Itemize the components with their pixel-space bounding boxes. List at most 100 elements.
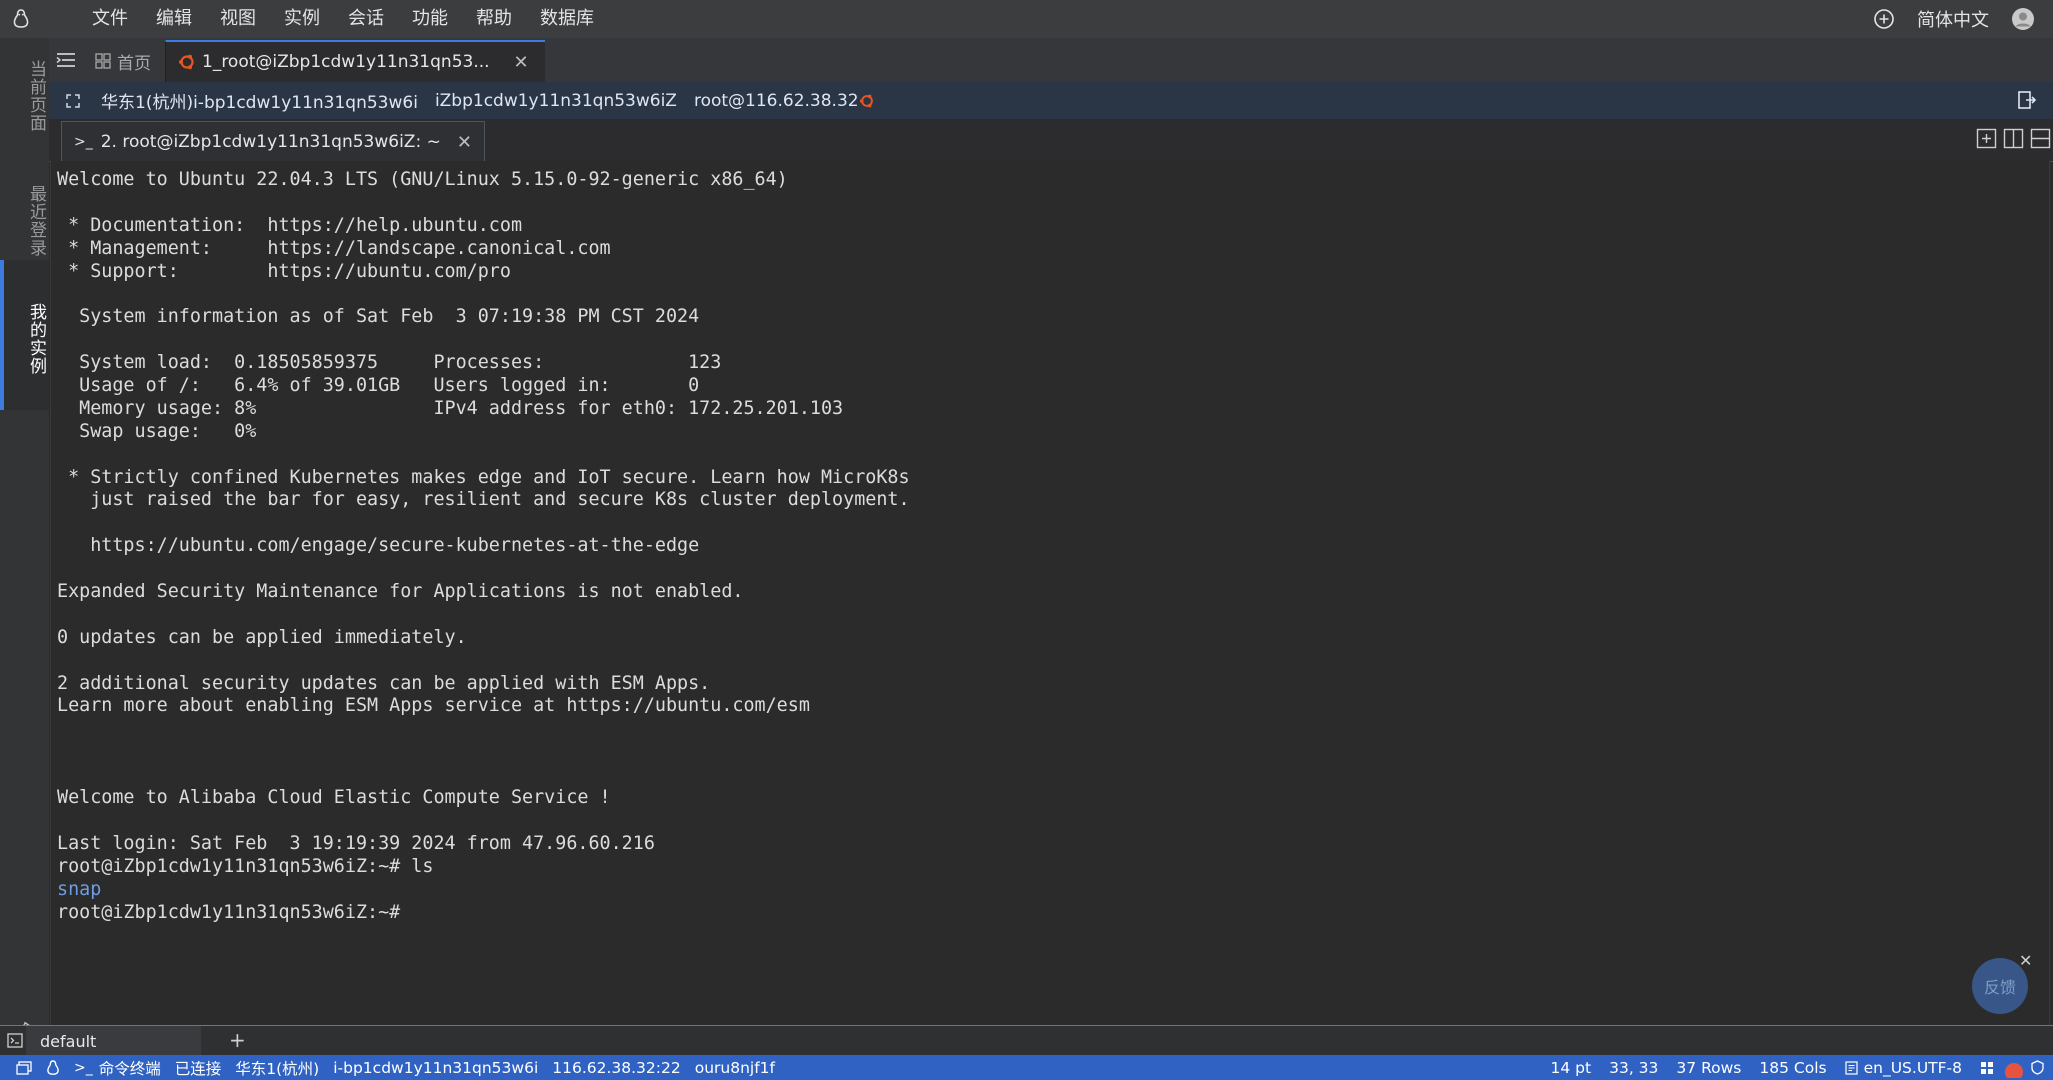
encoding-status[interactable]: en_US.UTF-8	[1864, 1059, 1962, 1077]
terminal-lines: Welcome to Ubuntu 22.04.3 LTS (GNU/Linux…	[57, 169, 910, 924]
panel-add-button[interactable]: +	[229, 1028, 246, 1052]
exit-session-icon[interactable]	[2017, 90, 2037, 110]
left-rail: 当前页面 最近登录 我的实例	[0, 38, 49, 1054]
menu-database[interactable]: 数据库	[526, 0, 608, 38]
instance-id-status: i-bp1cdw1y11n31qn53w6i	[333, 1058, 539, 1077]
menu-items: 文件 编辑 视图 实例 会话 功能 帮助 数据库	[78, 0, 608, 38]
terminal-tab-strip: >_ 2. root@iZbp1cdw1y11n31qn53w6iZ: ~ ✕	[49, 119, 2053, 164]
terminal-line: root@iZbp1cdw1y11n31qn53w6iZ:~# ls	[57, 855, 434, 877]
cols-status: 185 Cols	[1759, 1058, 1827, 1077]
terminal-line: * Management: https://landscape.canonica…	[57, 237, 611, 259]
region-status: 华东1(杭州)	[235, 1059, 320, 1078]
tab-session-close-icon[interactable]: ✕	[514, 52, 529, 73]
user-avatar-icon[interactable]	[2011, 7, 2035, 31]
address-status: 116.62.38.32:22	[552, 1058, 681, 1077]
feedback-close-icon[interactable]: ✕	[2019, 951, 2032, 970]
split-horizontal-icon[interactable]	[2030, 128, 2051, 149]
terminal-panel-icon[interactable]	[7, 1033, 23, 1048]
terminal-output[interactable]: Welcome to Ubuntu 22.04.3 LTS (GNU/Linux…	[50, 161, 2050, 1025]
terminal-line: System load: 0.18505859375 Processes: 12…	[57, 352, 722, 374]
terminal-line: * Documentation: https://help.ubuntu.com	[57, 214, 523, 236]
terminal-line: 2 additional security updates can be app…	[57, 672, 711, 694]
menu-view[interactable]: 视图	[206, 0, 270, 38]
split-vertical-icon[interactable]	[2003, 128, 2024, 149]
connection-status: 已连接	[174, 1059, 222, 1078]
notification-icon[interactable]	[2004, 1058, 2024, 1078]
terminal-line: * Support: https://ubuntu.com/pro	[57, 260, 511, 282]
command-terminal-prefix: >_	[74, 1059, 93, 1076]
settings-shield-icon[interactable]	[2030, 1060, 2045, 1075]
feedback-label: 反馈	[1983, 978, 2016, 997]
terminal-prompt-icon: >_	[74, 134, 93, 150]
tab-home-label: 首页	[117, 53, 151, 74]
command-terminal-label[interactable]: 命令终端	[99, 1057, 161, 1079]
rail-my-instances[interactable]: 我的实例	[0, 260, 49, 410]
window-icon[interactable]	[16, 1060, 32, 1075]
rail-my-instances-label: 我的实例	[26, 303, 46, 375]
terminal-line: snap	[57, 878, 102, 900]
region-instance-text: 华东1(杭州)i-bp1cdw1y11n31qn53w6i	[101, 93, 418, 113]
tab-session-label: 1_root@iZbp1cdw1y11n31qn53...	[202, 52, 490, 72]
terminal-line: Memory usage: 8% IPv4 address for eth0: …	[57, 397, 844, 419]
language-selector[interactable]: 简体中文	[1917, 6, 1989, 32]
add-circle-icon[interactable]	[1873, 8, 1895, 30]
status-bar: >_ 命令终端 已连接 华东1(杭州) i-bp1cdw1y11n31qn53w…	[0, 1055, 2053, 1080]
terminal-line: just raised the bar for easy, resilient …	[57, 489, 910, 511]
terminal-line: Learn more about enabling ESM Apps servi…	[57, 695, 810, 717]
ubuntu-icon	[859, 93, 875, 109]
terminal-line: Swap usage: 0%	[57, 420, 257, 442]
terminal-tab-label: 2. root@iZbp1cdw1y11n31qn53w6iZ: ~	[100, 132, 441, 152]
rows-status: 37 Rows	[1676, 1058, 1742, 1077]
panel-tab-default[interactable]: default	[26, 1026, 201, 1056]
sidebar-toggle-icon[interactable]	[51, 38, 81, 82]
menu-bar: 文件 编辑 视图 实例 会话 功能 帮助 数据库 简体中文	[0, 0, 2053, 38]
apps-grid-icon[interactable]	[1980, 1061, 1994, 1075]
rail-recent-logins-label: 最近登录	[26, 185, 46, 257]
menu-file[interactable]: 文件	[78, 0, 142, 38]
terminal-line: System information as of Sat Feb 3 07:19…	[57, 306, 700, 328]
expand-icon[interactable]	[65, 93, 81, 109]
terminal-tab-close-icon[interactable]: ✕	[457, 132, 472, 153]
menu-session[interactable]: 会话	[334, 0, 398, 38]
terminal-line: * Strictly confined Kubernetes makes edg…	[57, 466, 910, 488]
status-right: 14 pt 33, 33 37 Rows 185 Cols en_US.UTF-…	[1533, 1055, 2045, 1080]
font-size-status[interactable]: 14 pt	[1551, 1059, 1592, 1077]
terminal-line: Welcome to Alibaba Cloud Elastic Compute…	[57, 787, 611, 809]
tab-session[interactable]: 1_root@iZbp1cdw1y11n31qn53... ✕	[165, 40, 545, 82]
terminal-tab[interactable]: >_ 2. root@iZbp1cdw1y11n31qn53w6iZ: ~ ✕	[61, 121, 485, 164]
menu-right: 简体中文	[1873, 0, 2035, 38]
rail-current-page-label: 当前页面	[26, 60, 46, 132]
ubuntu-icon	[178, 53, 196, 71]
menu-edit[interactable]: 编辑	[142, 0, 206, 38]
new-pane-icon[interactable]	[1976, 128, 1997, 149]
rail-current-page[interactable]: 当前页面	[0, 46, 49, 146]
menu-function[interactable]: 功能	[398, 0, 462, 38]
panel-tab-label: default	[40, 1031, 97, 1051]
encoding-icon	[1844, 1060, 1858, 1075]
split-controls	[1976, 128, 2051, 149]
panel-bar: default +	[0, 1025, 2053, 1056]
tab-bar: 首页 1_root@iZbp1cdw1y11n31qn53... ✕	[49, 38, 2053, 82]
linux-icon	[46, 1059, 60, 1076]
tab-home[interactable]: 首页	[81, 40, 165, 82]
terminal-line: Last login: Sat Feb 3 19:19:39 2024 from…	[57, 832, 655, 854]
cursor-position-status: 33, 33	[1609, 1058, 1659, 1077]
terminal-line: Welcome to Ubuntu 22.04.3 LTS (GNU/Linux…	[57, 169, 788, 190]
menu-instance[interactable]: 实例	[270, 0, 334, 38]
session-id-status: ouru8njf1f	[694, 1058, 776, 1077]
menu-help[interactable]: 帮助	[462, 0, 526, 38]
app-logo-icon[interactable]	[0, 0, 42, 38]
grid-icon	[95, 53, 111, 69]
